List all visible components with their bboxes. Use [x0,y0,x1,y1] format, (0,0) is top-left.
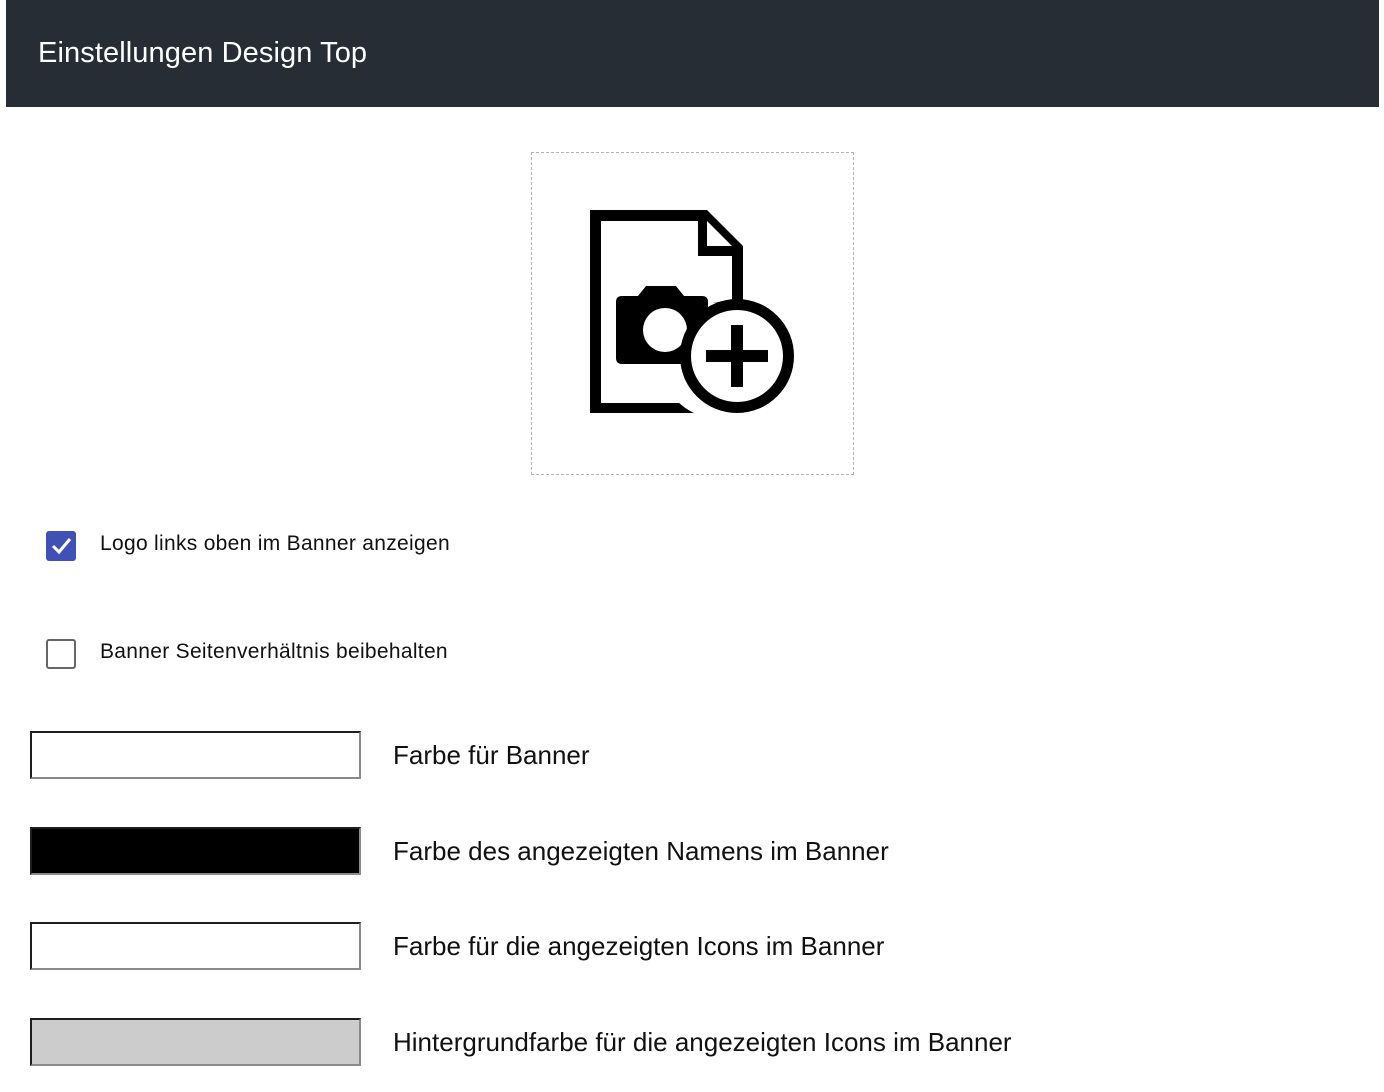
icons-background-color-picker[interactable] [30,1018,361,1066]
icons-color-label: Farbe für die angezeigten Icons im Banne… [393,931,885,961]
show-logo-checkbox[interactable] [46,531,76,561]
color-row-name: Farbe des angezeigten Namens im Banner [30,827,1130,875]
app-header: Einstellungen Design Top [6,0,1379,107]
name-color-label: Farbe des angezeigten Namens im Banner [393,836,889,866]
banner-color-label: Farbe für Banner [393,740,590,770]
name-color-picker[interactable] [30,827,361,875]
color-row-icons-bg: Hintergrundfarbe für die angezeigten Ico… [30,1018,1130,1066]
banner-color-picker[interactable] [30,731,361,779]
color-row-banner: Farbe für Banner [30,731,1130,779]
icons-color-picker[interactable] [30,922,361,970]
show-logo-label: Logo links oben im Banner anzeigen [100,532,450,555]
color-row-icons: Farbe für die angezeigten Icons im Banne… [30,922,1130,970]
keep-aspect-ratio-label: Banner Seitenverhältnis beibehalten [100,640,448,663]
image-add-icon [590,210,794,413]
checkmark-icon [51,538,72,555]
icons-background-color-label: Hintergrundfarbe für die angezeigten Ico… [393,1027,1012,1057]
logo-upload-dropzone[interactable] [531,152,854,475]
keep-aspect-ratio-checkbox[interactable] [46,639,76,669]
page-title: Einstellungen Design Top [38,37,368,69]
